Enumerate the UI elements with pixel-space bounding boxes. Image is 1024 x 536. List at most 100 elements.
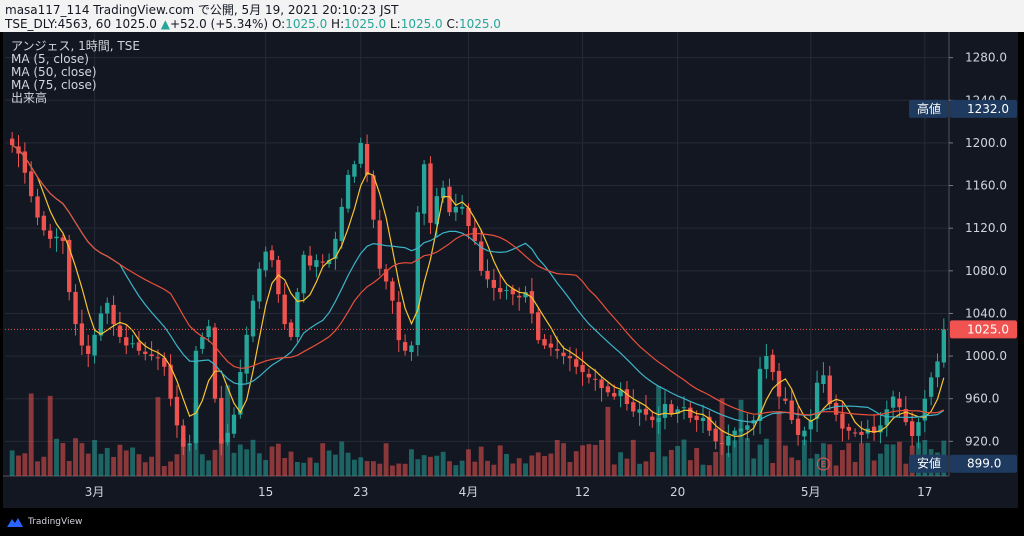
candle-body: [73, 291, 78, 325]
high-tag-text: 高値: [917, 101, 941, 116]
volume-bar: [459, 460, 465, 476]
volume-bar: [535, 452, 541, 476]
volume-bar: [28, 393, 34, 476]
volume-bar: [529, 455, 535, 476]
volume-bar: [409, 449, 414, 476]
change-arrow-icon: ▲: [160, 17, 170, 31]
volume-bar: [675, 445, 681, 476]
price-tick-label: 1120.0: [965, 221, 1007, 235]
price-chart[interactable]: 920.0 960.0 1000.0 1040.0 1080.0 1120.0 1160.0…: [3, 32, 1018, 508]
candle-body: [409, 345, 414, 353]
price-tick-label: 1280.0: [965, 51, 1007, 65]
volume-bar: [282, 458, 288, 476]
price-tick-label: 1200.0: [965, 136, 1007, 150]
candle-body: [92, 334, 97, 356]
volume-bar: [700, 464, 706, 476]
candle-body: [371, 175, 376, 220]
candle-body: [561, 352, 566, 357]
candle-body: [250, 300, 256, 337]
volume-bar: [79, 443, 85, 476]
volume-bar: [681, 439, 687, 476]
candle-body: [897, 398, 902, 408]
candle-body: [143, 351, 148, 354]
chart-panel[interactable]: 920.0 960.0 1000.0 1040.0 1080.0 1120.0 1160.0…: [3, 32, 1018, 508]
candle-body: [352, 164, 357, 177]
candle-body: [941, 329, 946, 363]
candle-body: [257, 268, 262, 302]
candle-body: [415, 212, 420, 346]
volume-bar: [244, 449, 250, 476]
volume-bar: [706, 465, 712, 476]
volume-bar: [332, 454, 338, 476]
candle-body: [599, 379, 604, 389]
close-value: 1025.0: [458, 17, 501, 31]
time-tick-label: 5月: [801, 485, 821, 499]
low-value: 1025.0: [400, 17, 443, 31]
candle-body: [719, 443, 725, 445]
candle-body: [624, 389, 630, 405]
candle-body: [358, 142, 363, 164]
volume-bar: [402, 463, 408, 476]
volume-bar: [326, 450, 332, 476]
volume-bar: [884, 444, 890, 476]
volume-bar: [231, 452, 237, 476]
candle-body: [745, 425, 750, 430]
candle-body: [688, 407, 693, 418]
volume-bar: [548, 453, 554, 476]
volume-bar: [789, 457, 795, 476]
candle-body: [694, 415, 699, 421]
volume-bar: [351, 459, 357, 476]
volume-bar: [491, 464, 497, 476]
candle-body: [459, 206, 465, 209]
volume-bar: [694, 448, 700, 476]
candle-body: [472, 227, 477, 241]
candle-body: [181, 425, 186, 447]
volume-bar: [605, 406, 611, 476]
volume-bar: [66, 460, 72, 476]
volume-bar: [117, 444, 123, 476]
last-price: 1025.0: [114, 17, 157, 31]
candle-body: [307, 255, 313, 266]
volume-bar: [472, 461, 478, 476]
volume-bar: [586, 444, 592, 476]
volume-bar: [85, 453, 91, 476]
volume-bar: [434, 455, 440, 476]
volume-bar: [801, 439, 807, 476]
tradingview-logo[interactable]: TradingView: [6, 516, 82, 528]
volume-bar: [104, 447, 110, 476]
volume-bar: [580, 445, 585, 476]
candle-body: [795, 418, 801, 435]
candle-body: [789, 400, 794, 421]
candle-body: [859, 431, 864, 435]
time-tick-label: 15: [258, 485, 273, 499]
candle-body: [314, 260, 319, 267]
candle-body: [111, 304, 116, 325]
candle-body: [840, 413, 845, 429]
volume-bar: [313, 462, 319, 476]
volume-bar: [897, 441, 902, 476]
candle-body: [935, 361, 940, 378]
candle-body: [732, 430, 737, 436]
volume-bar: [713, 452, 719, 476]
candle-body: [586, 373, 592, 378]
volume-bar: [415, 459, 421, 476]
candle-body: [428, 163, 433, 223]
candle-body: [421, 164, 427, 214]
candle-body: [681, 407, 687, 409]
candle-body: [301, 254, 306, 294]
chart-screenshot: masa117_114 TradingView.com で公開, 5月 19, …: [0, 0, 1024, 536]
volume-bar: [98, 453, 104, 476]
candle-body: [54, 236, 59, 239]
volume-bar: [567, 462, 573, 476]
volume-bar: [16, 455, 21, 476]
candle-body: [890, 396, 896, 408]
volume-bar: [288, 451, 294, 476]
volume-bar: [237, 444, 243, 476]
candle-body: [517, 295, 522, 298]
footer-brand: TradingView: [28, 517, 83, 527]
price-tick-label: 1040.0: [965, 306, 1007, 320]
volume-bar: [345, 452, 351, 476]
volume-bar: [852, 461, 858, 476]
volume-bar: [599, 440, 605, 476]
price-tick-label: 1000.0: [965, 349, 1007, 363]
